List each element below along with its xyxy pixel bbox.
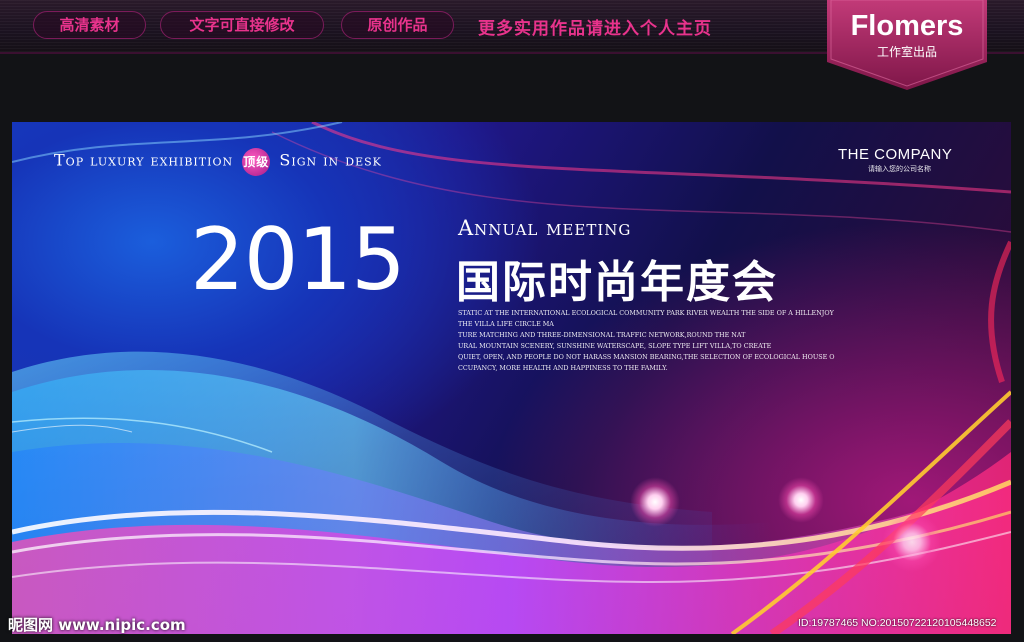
paragraph-line: QUIET, OPEN, AND PEOPLE DO NOT HARASS MA… <box>458 353 835 361</box>
paragraph-line: CCUPANCY, MORE HEALTH AND HAPPINESS TO T… <box>458 364 668 372</box>
light-glow <box>778 477 824 523</box>
brand-subtitle: 工作室出品 <box>876 45 937 59</box>
paragraph-line: TURE MATCHING AND THREE-DIMENSIONAL TRAF… <box>458 331 746 339</box>
wave-ribbons-icon <box>12 122 1011 634</box>
paragraph-line: URAL MOUNTAIN SCENERY, SUNSHINE WATERSCA… <box>458 342 772 350</box>
id-watermark: ID:19787465 NO:20150722120105448652 <box>798 617 997 629</box>
top-tag-right: Sign in desk <box>279 150 382 170</box>
year-heading: 2015 <box>190 210 406 310</box>
top-tagline: Top luxury exhibition 顶级 Sign in desk <box>54 148 382 176</box>
top-tag-chip: 顶级 <box>242 148 271 176</box>
top-tag-left: Top luxury exhibition <box>54 150 234 170</box>
pill-editable-text[interactable]: 文字可直接修改 <box>160 11 324 39</box>
description-paragraph: STATIC AT THE INTERNATIONAL ECOLOGICAL C… <box>458 308 838 374</box>
pill-original-work[interactable]: 原创作品 <box>341 11 454 39</box>
brand-name: Flomers <box>850 10 964 42</box>
paragraph-line: STATIC AT THE INTERNATIONAL ECOLOGICAL C… <box>458 309 834 317</box>
site-watermark[interactable]: 昵图网 www.nipic.com <box>8 614 186 635</box>
pill-hd-material[interactable]: 高清素材 <box>33 11 146 39</box>
paragraph-line: THE VILLA LIFE CIRCLE MA <box>458 320 554 328</box>
light-glow <box>630 477 680 527</box>
company-subtitle: 请输入您的公司名称 <box>868 165 931 173</box>
promo-text[interactable]: 更多实用作品请进入个人主页 <box>478 14 712 39</box>
annual-meeting-label: Annual meeting <box>458 216 632 240</box>
light-glow <box>882 512 942 572</box>
company-name: THE COMPANY <box>838 146 953 163</box>
annual-meeting-banner: Top luxury exhibition 顶级 Sign in desk TH… <box>12 122 1011 634</box>
chinese-title: 国际时尚年度会 <box>456 257 778 308</box>
brand-badge[interactable]: Flomers 工作室出品 <box>827 0 987 90</box>
